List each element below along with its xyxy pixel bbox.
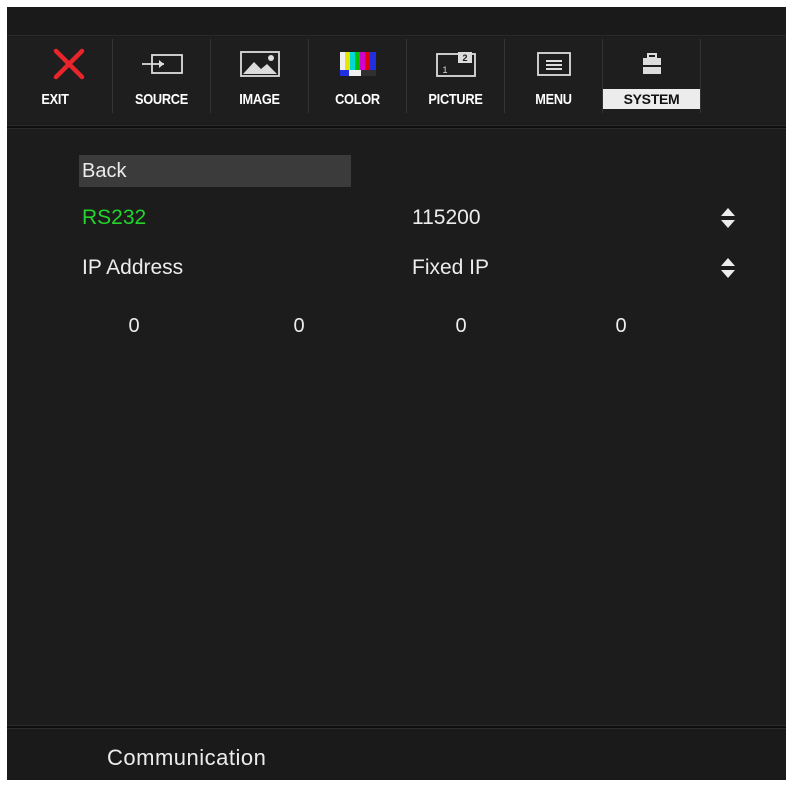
ip-address-up-down-icon[interactable]: [720, 257, 736, 279]
menu-icon: [505, 47, 602, 81]
color-bars-icon: [309, 47, 406, 81]
top-bar: [7, 7, 786, 36]
tab-picture[interactable]: 2 1 PICTURE: [407, 39, 505, 113]
close-icon: [25, 47, 112, 81]
svg-text:1: 1: [442, 65, 447, 75]
ip-address-mode-value[interactable]: Fixed IP: [412, 256, 489, 280]
tab-image[interactable]: IMAGE: [211, 39, 309, 113]
rs232-label: RS232: [82, 206, 147, 229]
status-text: Communication: [107, 745, 267, 770]
back-button[interactable]: Back: [79, 155, 351, 187]
tab-color-label: COLOR: [335, 91, 380, 108]
tab-exit-label: EXIT: [41, 91, 69, 108]
ip-octet-2[interactable]: 0: [284, 315, 314, 338]
tab-system-label: SYSTEM: [603, 89, 700, 109]
ip-octet-3[interactable]: 0: [446, 315, 476, 338]
tab-exit[interactable]: EXIT: [25, 39, 113, 113]
tab-source-label: SOURCE: [134, 91, 189, 108]
svg-text:2: 2: [462, 53, 467, 63]
tab-image-label: IMAGE: [239, 91, 280, 108]
ip-address-label: IP Address: [82, 256, 184, 279]
system-settings-panel: Back RS232 115200 IP Address Fixed IP 0 …: [7, 131, 786, 725]
header-divider: [7, 125, 786, 129]
image-icon: [211, 47, 308, 81]
tab-menu[interactable]: MENU: [505, 39, 603, 113]
toolbox-icon: [603, 47, 700, 81]
tab-picture-label: PICTURE: [428, 91, 483, 108]
rs232-up-down-icon[interactable]: [720, 207, 736, 229]
tab-source[interactable]: SOURCE: [113, 39, 211, 113]
tab-color[interactable]: COLOR: [309, 39, 407, 113]
tab-system[interactable]: SYSTEM: [603, 39, 701, 113]
menu-tab-bar: EXIT SOURCE IMAGE COLOR 2 1 PICTURE MENU…: [7, 37, 786, 123]
osd-screen: EXIT SOURCE IMAGE COLOR 2 1 PICTURE MENU…: [7, 7, 786, 780]
ip-octet-4[interactable]: 0: [606, 315, 636, 338]
picture-in-picture-icon: 2 1: [407, 47, 504, 81]
ip-octet-1[interactable]: 0: [119, 315, 149, 338]
rs232-value[interactable]: 115200: [412, 206, 481, 230]
source-icon: [113, 47, 210, 81]
status-footer: Communication: [7, 729, 786, 780]
tab-menu-label: MENU: [535, 91, 572, 108]
